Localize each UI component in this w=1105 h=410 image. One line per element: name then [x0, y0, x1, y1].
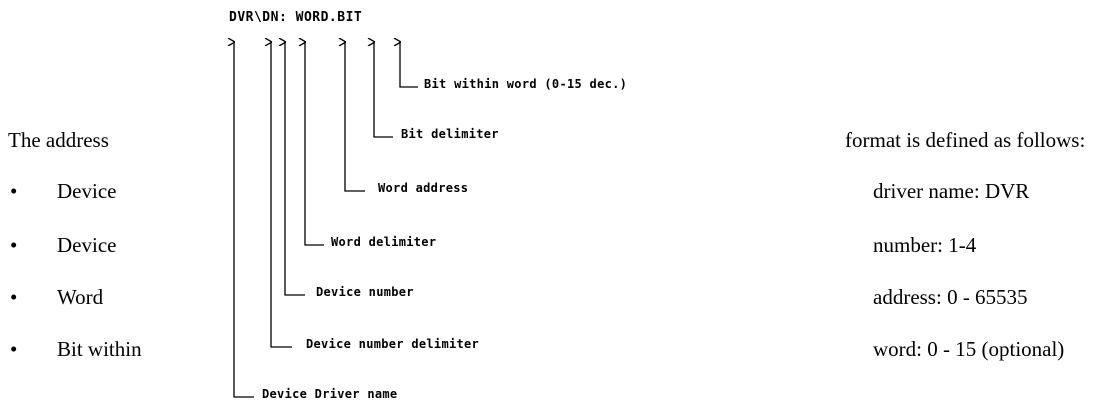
item-3-right: address: 0 - 65535 [873, 285, 1028, 309]
bullet-2: • [10, 233, 18, 257]
callout-device-number-delimiter: Device number delimiter [306, 337, 480, 351]
bullet-3: • [10, 285, 18, 309]
item-2-right: number: 1-4 [873, 233, 977, 257]
address-format-string: DVR\DN: WORD.BIT [229, 10, 363, 25]
intro-text-right: format is defined as follows: [845, 128, 1086, 152]
item-4-right: word: 0 - 15 (optional) [873, 337, 1065, 361]
item-4-left: Bit within [57, 337, 142, 361]
callout-word-delimiter: Word delimiter [331, 235, 437, 249]
item-2-left: Device [57, 233, 117, 257]
callout-device-number: Device number [316, 285, 414, 299]
bullet-4: • [10, 337, 18, 361]
callout-bit-delimiter: Bit delimiter [401, 127, 499, 141]
callout-device-driver-name: Device Driver name [262, 387, 398, 401]
connector-device-number-delimiter [271, 42, 292, 348]
callout-bit-within-word: Bit within word (0-15 dec.) [424, 77, 628, 91]
item-1-right: driver name: DVR [873, 179, 1030, 203]
connector-device-number [285, 42, 305, 296]
item-3-left: Word [57, 285, 104, 309]
callout-word-address: Word address [378, 181, 469, 195]
connector-bit-delimiter [374, 42, 393, 138]
item-1-left: Device [57, 179, 117, 203]
intro-text-left: The address [8, 128, 109, 152]
connector-word-delimiter [305, 42, 324, 246]
connector-word-address [345, 42, 365, 192]
connector-bit-within-word [400, 42, 418, 88]
connector-device-driver-name [234, 42, 254, 398]
bullet-1: • [10, 179, 18, 203]
